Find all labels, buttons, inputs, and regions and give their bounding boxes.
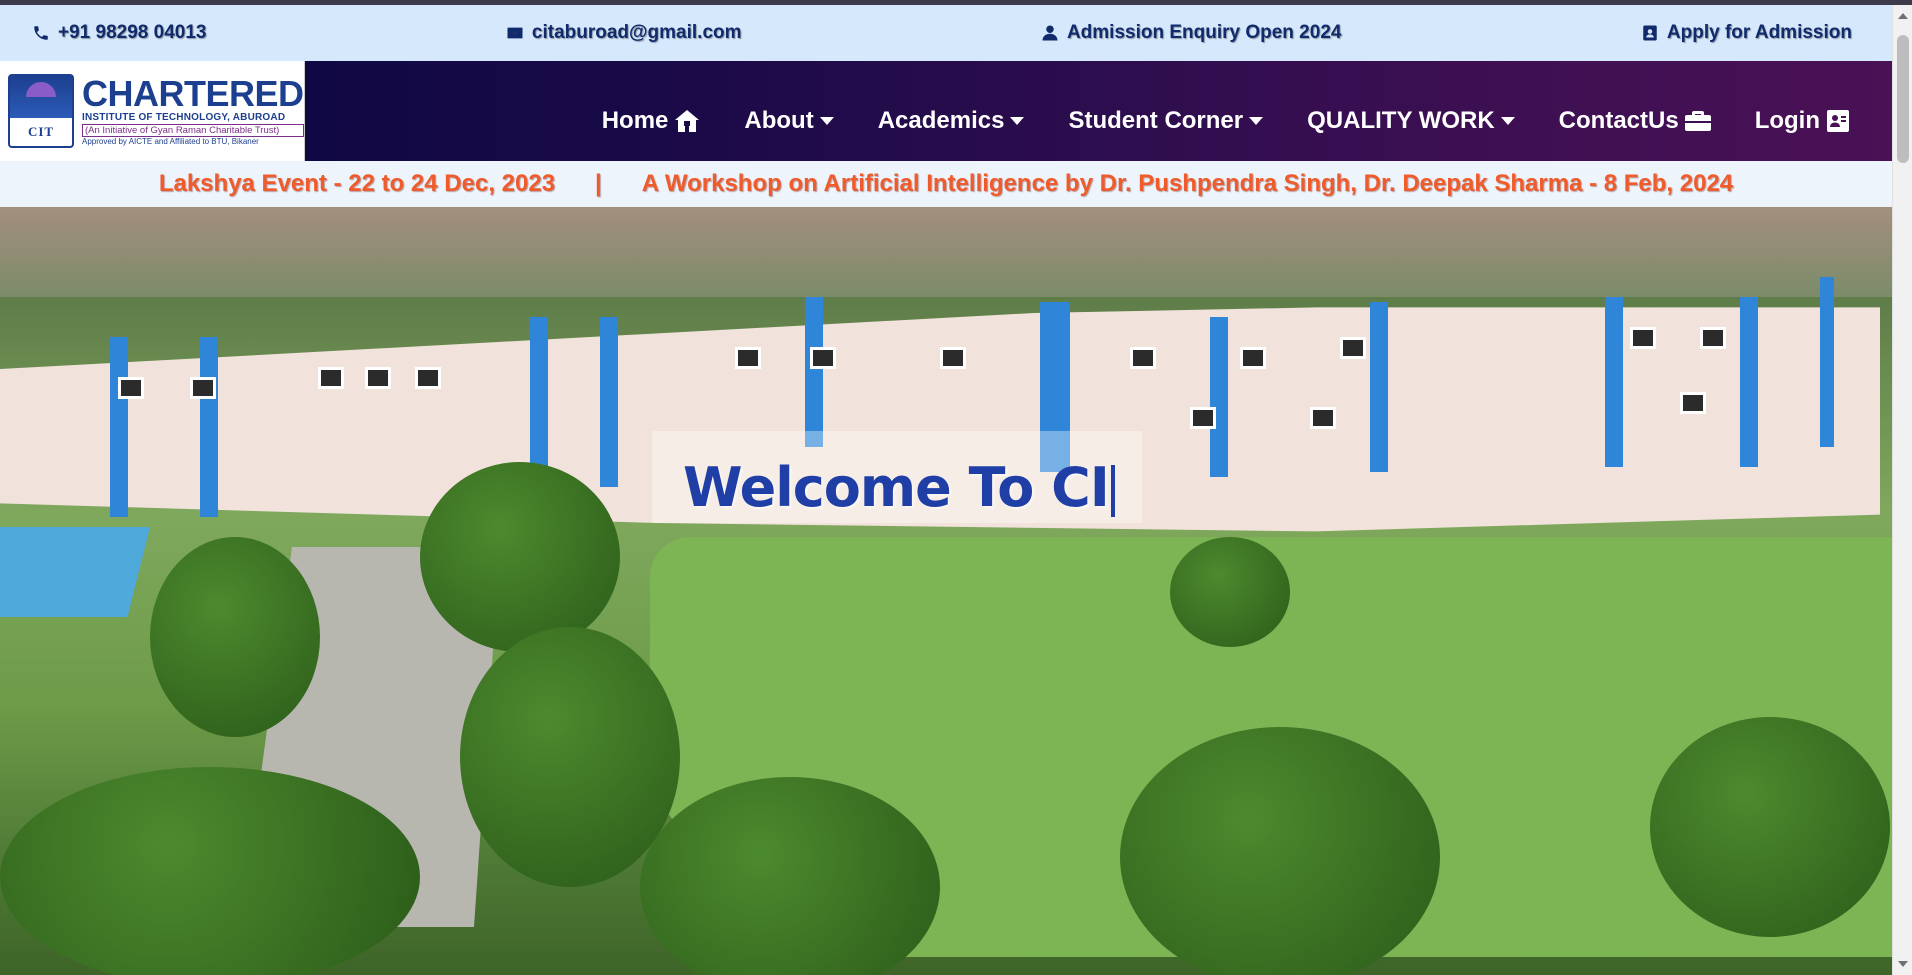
scroll-up-arrow-icon[interactable] [1898, 13, 1908, 19]
logo-approval-line: Approved by AICTE and Affiliated to BTU,… [82, 136, 259, 146]
email-link[interactable]: citaburoad@gmail.com [506, 22, 742, 44]
scroll-down-arrow-icon[interactable] [1898, 961, 1908, 967]
caret-down-icon [1249, 117, 1264, 125]
ticker-item-lakshya[interactable]: Lakshya Event - 22 to 24 Dec, 2023 [159, 170, 555, 198]
nav-about-label: About [744, 107, 814, 134]
user-icon [1042, 25, 1058, 41]
nav-contact-us[interactable]: ContactUs [1537, 107, 1733, 135]
briefcase-icon [1684, 111, 1711, 131]
hero-parking-shed [0, 527, 150, 617]
top-info-bar: +91 98298 04013 citaburoad@gmail.com Adm… [0, 5, 1892, 61]
logo-subtitle: INSTITUTE OF TECHNOLOGY, ABUROAD [82, 111, 286, 123]
logo-text-block: CHARTERED INSTITUTE OF TECHNOLOGY, ABURO… [82, 72, 304, 147]
nav-student-corner[interactable]: Student Corner [1046, 107, 1285, 135]
id-badge-icon [1643, 25, 1657, 41]
phone-link[interactable]: +91 98298 04013 [32, 22, 206, 44]
nav-login-label: Login [1754, 107, 1820, 134]
typing-caret [1110, 465, 1115, 518]
admission-enquiry-text: Admission Enquiry Open 2024 [1066, 22, 1342, 43]
apply-admission-text: Apply for Admission [1666, 22, 1852, 43]
id-card-icon [1827, 110, 1849, 132]
caret-down-icon [819, 117, 834, 125]
nav-home[interactable]: Home [580, 107, 723, 135]
nav-student-corner-label: Student Corner [1068, 107, 1244, 134]
college-emblem-icon: CIT [8, 74, 74, 148]
nav-quality-work[interactable]: QUALITY WORK [1285, 107, 1537, 135]
apply-admission-link[interactable]: Apply for Admission [1641, 22, 1852, 44]
ticker-separator: | [595, 170, 602, 197]
site-logo[interactable]: CIT CHARTERED INSTITUTE OF TECHNOLOGY, A… [0, 61, 305, 161]
hero-campus-image [0, 207, 1892, 975]
nav-academics-label: Academics [877, 107, 1005, 134]
nav-academics[interactable]: Academics [856, 107, 1047, 135]
main-navbar: CIT CHARTERED INSTITUTE OF TECHNOLOGY, A… [0, 61, 1892, 161]
envelope-icon [507, 27, 523, 39]
page-scrollbar[interactable] [1892, 5, 1912, 975]
nav-quality-work-label: QUALITY WORK [1307, 107, 1495, 134]
phone-icon [34, 26, 48, 40]
nav-about[interactable]: About [722, 107, 855, 135]
scrollbar-thumb[interactable] [1897, 35, 1909, 163]
caret-down-icon [1010, 117, 1025, 125]
hero-hill-background [0, 207, 1892, 297]
welcome-heading: Welcome To CI [683, 456, 1115, 519]
welcome-heading-text: Welcome To CI [683, 456, 1110, 519]
email-address: citaburoad@gmail.com [531, 22, 742, 43]
nav-contact-us-label: ContactUs [1558, 107, 1679, 134]
ticker-item-ai-workshop[interactable]: A Workshop on Artificial Intelligence by… [642, 170, 1733, 198]
admission-enquiry-link[interactable]: Admission Enquiry Open 2024 [1041, 22, 1342, 44]
phone-number: +91 98298 04013 [58, 22, 207, 43]
caret-down-icon [1500, 117, 1515, 125]
logo-trust-line: (An Initiative of Gyan Raman Charitable … [82, 123, 304, 137]
nav-menu: Home About Academics Student Corner QUAL… [580, 61, 1872, 161]
emblem-text: CIT [27, 124, 55, 139]
nav-home-label: Home [601, 107, 669, 134]
home-icon [675, 110, 700, 132]
logo-title: CHARTERED [82, 72, 304, 114]
news-ticker: Lakshya Event - 22 to 24 Dec, 2023 | A W… [0, 161, 1892, 207]
nav-login[interactable]: Login [1733, 107, 1872, 135]
